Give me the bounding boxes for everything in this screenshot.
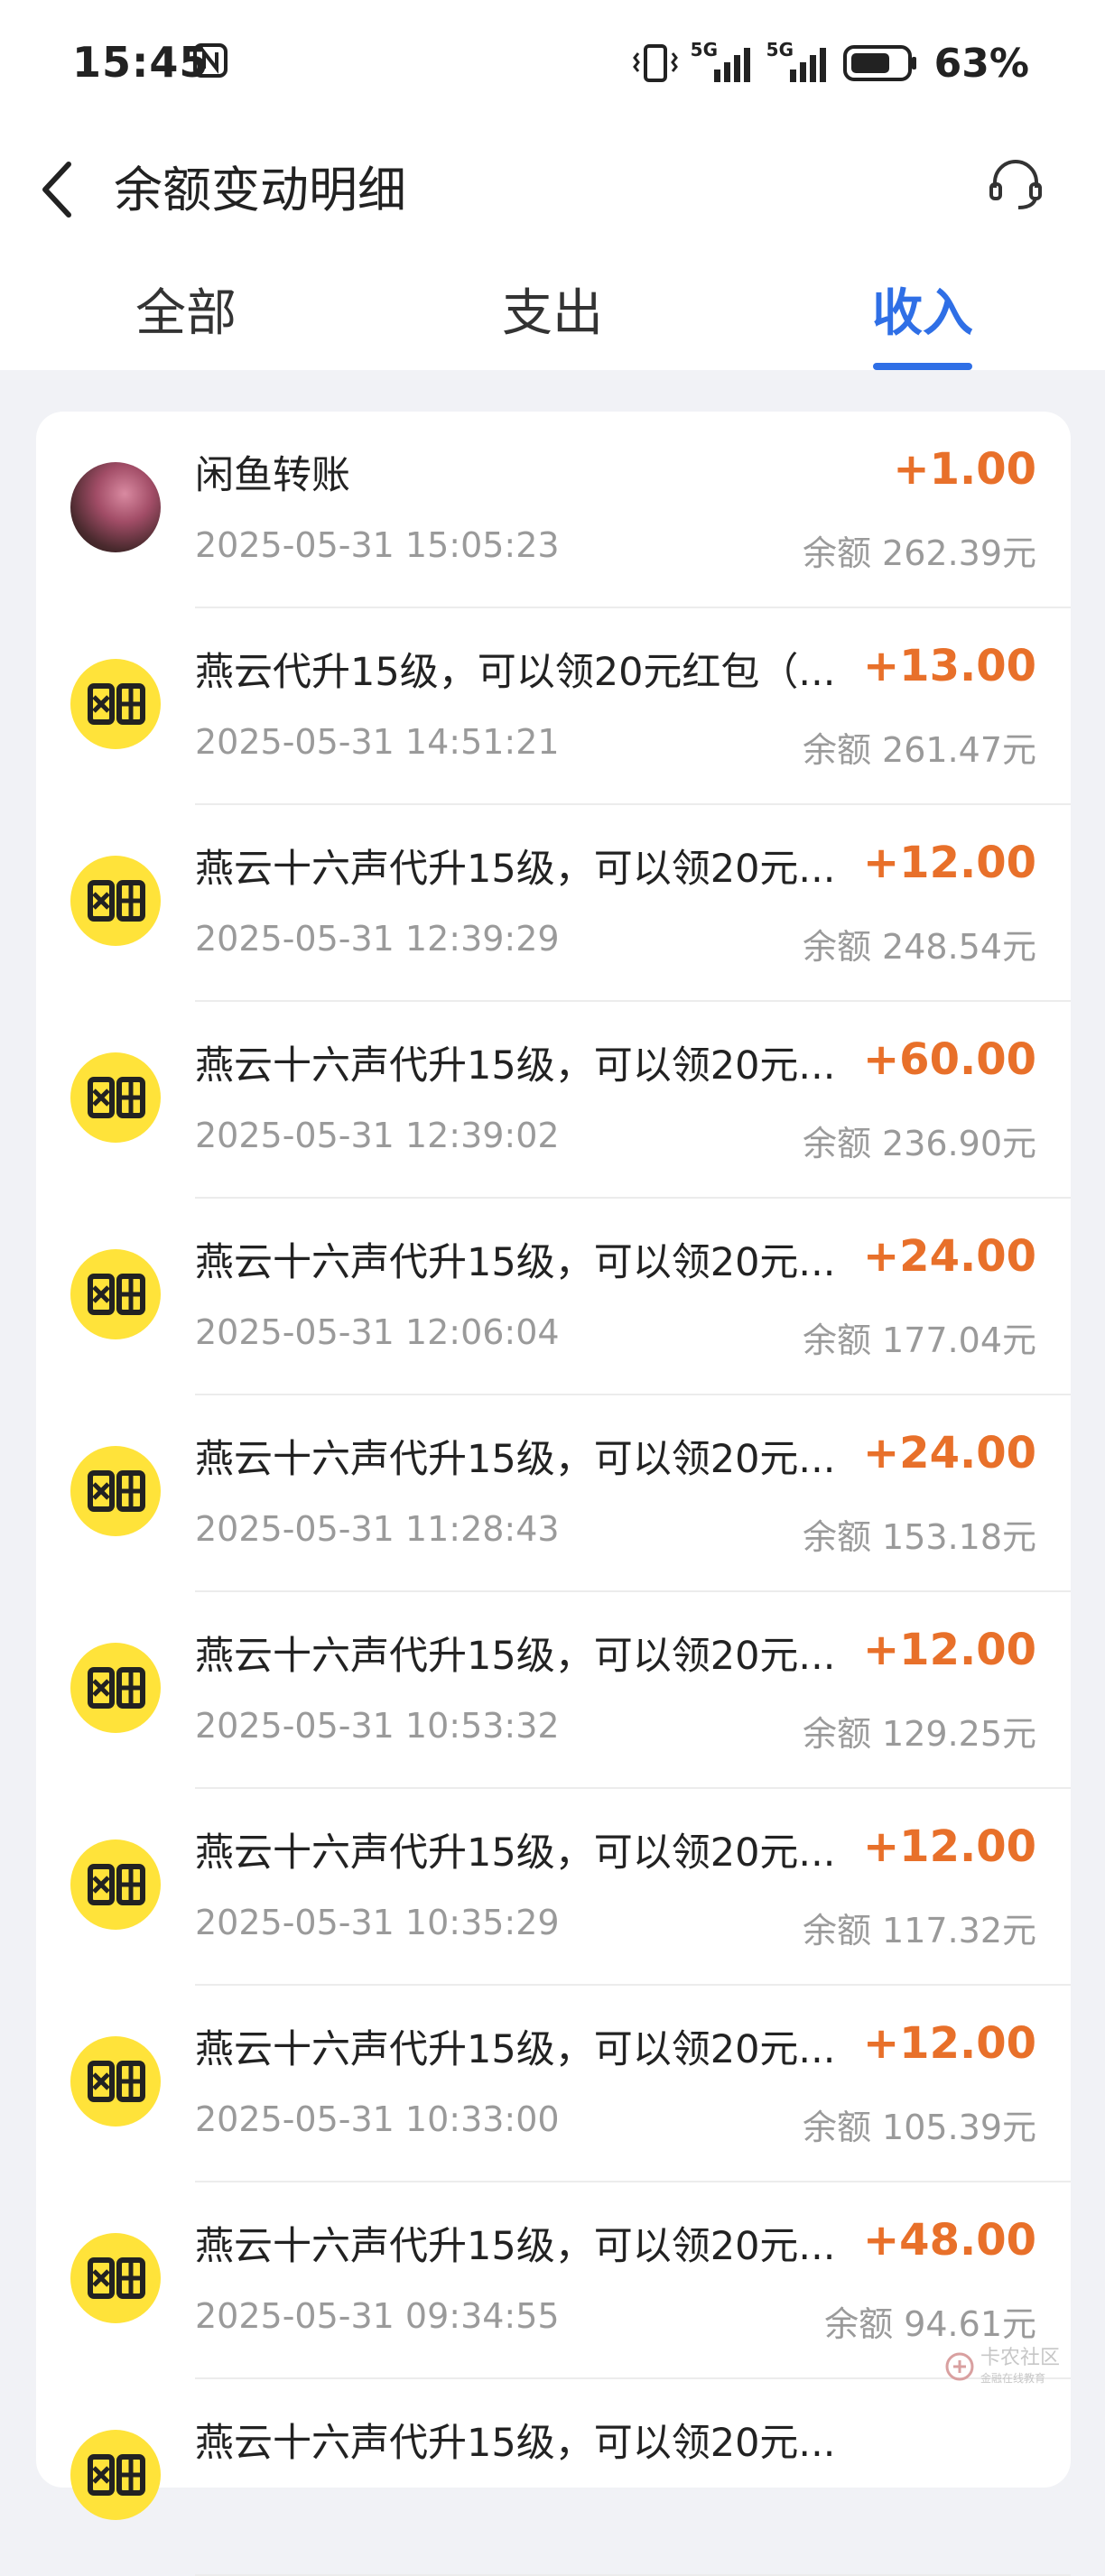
battery-icon [842, 45, 916, 81]
transaction-row[interactable]: 燕云十六声代升15级，可以领20元... 2025-05-31 12:06:04 +… [36, 1199, 1071, 1395]
transaction-time: 2025-05-31 10:35:29 [195, 1903, 560, 1942]
vibrate-icon [632, 44, 678, 82]
transaction-row[interactable]: 燕云十六声代升15级，可以领20元... 2025-05-31 12:39:29 +… [36, 805, 1071, 1002]
status-time: 15:45 [72, 38, 209, 87]
xianyu-logo-icon [70, 1446, 161, 1536]
xianyu-logo-icon [70, 1643, 161, 1733]
xianyu-logo-icon [70, 856, 161, 946]
transaction-amount: +12.00 [862, 1625, 1036, 1675]
xianyu-logo-icon [70, 2430, 161, 2520]
transaction-title: 燕云十六声代升15级，可以领20元... [195, 847, 836, 892]
transaction-list: 闲鱼转账 2025-05-31 15:05:23 +1.00 余额 262.39元燕云… [36, 412, 1071, 2576]
xianyu-logo-icon [70, 659, 161, 749]
transaction-balance: 余额 117.32元 [802, 1911, 1036, 1951]
transaction-time: 2025-05-31 12:06:04 [195, 1312, 560, 1352]
watermark-text: 卡农社区 [980, 2347, 1060, 2369]
tab-bar: 全部 支出 收入 [0, 253, 1105, 370]
transaction-time: 2025-05-31 09:34:55 [195, 2296, 560, 2336]
transaction-row[interactable]: 燕云代升15级，可以领20元红包（... 2025-05-31 14:51:21 +… [36, 608, 1071, 805]
signal-icon-2: 5G [766, 39, 831, 86]
transaction-row[interactable]: 燕云十六声代升15级，可以领20元... 2025-05-31 09:34:55 +… [36, 2182, 1071, 2379]
signal-icon-1: 5G [691, 39, 756, 86]
transaction-amount: +12.00 [862, 1821, 1036, 1872]
watermark: 卡农社区 金融在线教育 [944, 2347, 1060, 2386]
transaction-title: 燕云十六声代升15级，可以领20元... [195, 1240, 836, 1285]
transaction-title: 燕云十六声代升15级，可以领20元... [195, 1437, 836, 1482]
back-icon[interactable] [36, 153, 81, 226]
transaction-row[interactable]: 燕云十六声代升15级，可以领20元... 2025-05-31 10:53:32 +… [36, 1592, 1071, 1789]
transaction-balance: 余额 262.39元 [802, 533, 1036, 573]
transaction-time: 2025-05-31 11:28:43 [195, 1509, 560, 1549]
transaction-title: 燕云十六声代升15级，可以领20元... [195, 1043, 836, 1089]
transaction-time: 2025-05-31 10:33:00 [195, 2099, 560, 2139]
battery-percent: 63% [933, 40, 1029, 87]
xianyu-logo-icon [70, 2036, 161, 2127]
transaction-row[interactable]: 燕云十六声代升15级，可以领20元... 2025-05-31 12:39:02 +… [36, 1002, 1071, 1199]
header: 余额变动明细 全部 支出 收入 [0, 126, 1105, 370]
transaction-row[interactable]: 燕云十六声代升15级，可以领20元... [36, 2379, 1071, 2576]
xianyu-logo-icon [70, 2233, 161, 2323]
transaction-title: 燕云十六声代升15级，可以领20元... [195, 1830, 836, 1876]
transaction-row[interactable]: 燕云十六声代升15级，可以领20元... 2025-05-31 10:33:00 +… [36, 1986, 1071, 2182]
active-tab-indicator [873, 363, 972, 370]
transaction-amount: +1.00 [893, 444, 1036, 495]
transaction-time: 2025-05-31 12:39:02 [195, 1116, 560, 1155]
xianyu-logo-icon [70, 1052, 161, 1143]
transaction-amount: +24.00 [862, 1428, 1036, 1478]
transaction-amount: +12.00 [862, 838, 1036, 888]
transaction-title: 燕云代升15级，可以领20元红包（... [195, 650, 836, 695]
transaction-time: 2025-05-31 12:39:29 [195, 919, 560, 959]
transaction-balance: 余额 177.04元 [802, 1320, 1036, 1360]
customer-service-icon[interactable] [986, 155, 1045, 215]
transaction-amount: +24.00 [862, 1231, 1036, 1282]
transaction-row[interactable]: 闲鱼转账 2025-05-31 15:05:23 +1.00 余额 262.39元 [36, 412, 1071, 608]
xianyu-logo-icon [70, 1249, 161, 1339]
transaction-balance: 余额 261.47元 [802, 730, 1036, 770]
transaction-balance: 余额 94.61元 [824, 2304, 1036, 2344]
transaction-row[interactable]: 燕云十六声代升15级，可以领20元... 2025-05-31 11:28:43 +… [36, 1395, 1071, 1592]
nfc-icon [193, 43, 228, 78]
transaction-row[interactable]: 燕云十六声代升15级，可以领20元... 2025-05-31 10:35:29 +… [36, 1789, 1071, 1986]
transaction-amount: +12.00 [862, 2018, 1036, 2069]
transaction-title: 燕云十六声代升15级，可以领20元... [195, 1634, 836, 1679]
watermark-logo-icon [945, 2352, 974, 2380]
transaction-title: 燕云十六声代升15级，可以领20元... [195, 2027, 836, 2072]
status-bar: 15:45 5G 5G 63% [0, 0, 1105, 126]
tab-expense[interactable]: 支出 [435, 273, 670, 346]
transaction-time: 2025-05-31 10:53:32 [195, 1706, 560, 1746]
transaction-balance: 余额 153.18元 [802, 1517, 1036, 1557]
page-title: 余额变动明细 [114, 162, 406, 218]
transaction-title: 燕云十六声代升15级，可以领20元... [195, 2421, 836, 2466]
transaction-time: 2025-05-31 14:51:21 [195, 722, 560, 762]
transaction-balance: 余额 248.54元 [802, 927, 1036, 967]
transaction-title: 燕云十六声代升15级，可以领20元... [195, 2224, 836, 2269]
transaction-amount: +13.00 [862, 641, 1036, 691]
transaction-balance: 余额 129.25元 [802, 1714, 1036, 1754]
transaction-balance: 余额 105.39元 [802, 2108, 1036, 2147]
transaction-balance: 余额 236.90元 [802, 1124, 1036, 1163]
watermark-subtext: 金融在线教育 [980, 2372, 1045, 2385]
transaction-time: 2025-05-31 15:05:23 [195, 525, 560, 565]
xianyu-logo-icon [70, 1839, 161, 1930]
transaction-amount: +48.00 [862, 2215, 1036, 2266]
user-avatar [70, 462, 161, 552]
tab-income[interactable]: 收入 [805, 273, 1040, 346]
status-icons: 5G 5G 63% [631, 36, 1029, 90]
transaction-title: 闲鱼转账 [195, 453, 350, 498]
transaction-amount: +60.00 [862, 1034, 1036, 1085]
tab-all[interactable]: 全部 [69, 273, 303, 346]
